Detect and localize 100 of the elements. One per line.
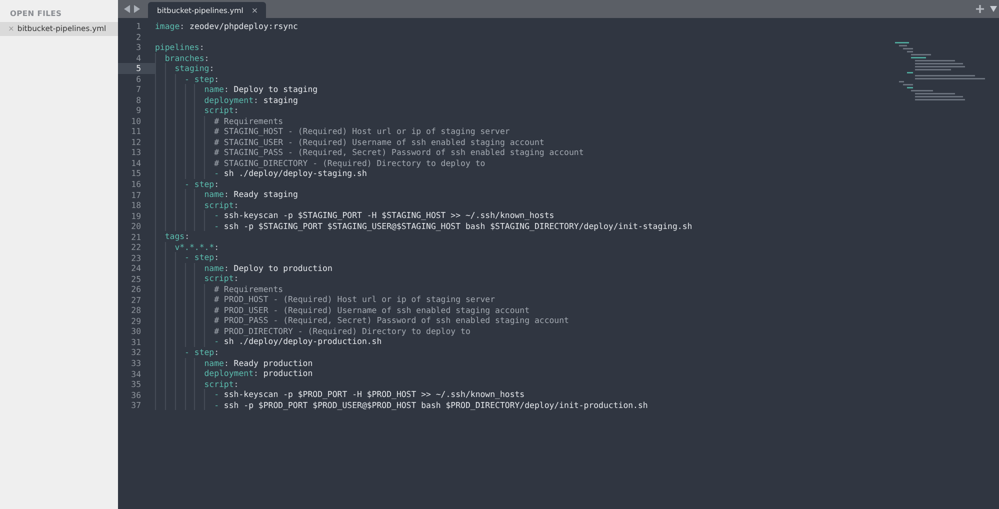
colon: : <box>254 368 260 379</box>
line-number: 20 <box>130 221 142 232</box>
line-number: 8 <box>135 94 142 106</box>
yaml-value: Ready staging <box>234 189 298 200</box>
yaml-key: name <box>204 189 224 200</box>
line-number: 25 <box>130 274 142 284</box>
code-comment: # PROD_PASS - (Required, Secret) Password of ssh enabled staging account <box>214 315 569 326</box>
yaml-key: step <box>194 252 214 263</box>
line-number: 7 <box>135 84 142 95</box>
line-number: 6 <box>135 74 142 84</box>
yaml-key: name <box>204 84 224 95</box>
colon: : <box>184 231 190 242</box>
code-comment: # PROD_HOST - (Required) Host url or ip of staging server <box>214 294 496 305</box>
list-dash: - <box>214 400 220 410</box>
colon: : <box>224 262 230 274</box>
line-number: 5 <box>118 63 155 74</box>
yaml-key: tags <box>164 231 185 242</box>
yaml-value: ssh -p $PROD_PORT $PROD_USER@$PROD_HOST bash $PROD_DIRECTORY/deploy/init-production.sh <box>224 400 648 410</box>
yaml-value: ssh-keyscan -p $PROD_PORT -H $PROD_HOST >> ~/.ssh/known_hosts <box>224 389 525 400</box>
yaml-key: script <box>204 378 234 390</box>
code-comment: # STAGING_PASS - (Required, Secret) Password of ssh enabled staging account <box>214 147 584 158</box>
yaml-value: sh ./deploy/deploy-staging.sh <box>224 168 367 179</box>
line-number: 35 <box>130 379 142 390</box>
line-number: 30 <box>130 326 142 337</box>
yaml-value: staging <box>263 94 298 106</box>
right-arrow-icon[interactable] <box>134 5 140 13</box>
colon: : <box>224 84 230 95</box>
line-number: 28 <box>130 305 142 316</box>
plus-icon[interactable] <box>976 5 984 13</box>
line-number: 32 <box>130 347 142 358</box>
list-dash: - <box>184 252 190 263</box>
list-dash: - <box>184 74 190 84</box>
colon: : <box>214 252 220 263</box>
yaml-value: production <box>263 368 313 379</box>
yaml-key: script <box>204 200 234 210</box>
line-number: 22 <box>130 242 142 253</box>
code-comment: # Requirements <box>214 284 284 294</box>
line-number: 27 <box>130 294 142 306</box>
list-dash: - <box>214 336 220 347</box>
line-number: 15 <box>130 168 142 179</box>
list-dash: - <box>214 389 220 400</box>
yaml-value: Ready production <box>234 358 313 368</box>
line-number: 19 <box>130 210 142 222</box>
colon: : <box>180 21 186 32</box>
yaml-key: script <box>204 105 234 116</box>
code-comment: # STAGING_USER - (Required) Username of ssh enabled staging account <box>214 136 544 148</box>
dropdown-icon[interactable] <box>990 6 997 12</box>
colon: : <box>224 358 230 368</box>
code-comment: # STAGING_HOST - (Required) Host url or ip of staging server <box>214 126 510 137</box>
colon: : <box>224 189 230 200</box>
code-comment: # PROD_USER - (Required) Username of ssh enabled staging account <box>214 304 530 316</box>
code-comment: # Requirements <box>214 116 284 126</box>
colon: : <box>254 94 260 106</box>
line-number: 21 <box>130 232 142 242</box>
line-number: 3 <box>135 42 142 53</box>
code-comment: # PROD_DIRECTORY - (Required) Directory to deploy to <box>214 326 470 336</box>
line-number: 37 <box>130 400 142 411</box>
line-number: 2 <box>135 32 142 42</box>
colon: : <box>214 242 220 252</box>
line-number: 12 <box>130 136 142 148</box>
line-number: 11 <box>130 126 142 137</box>
colon: : <box>214 178 220 190</box>
yaml-value: ssh-keyscan -p $STAGING_PORT -H $STAGING_HOST >> ~/.ssh/known_hosts <box>224 210 554 221</box>
list-dash: - <box>214 210 220 221</box>
yaml-key: staging <box>174 63 210 74</box>
line-number: 34 <box>130 368 142 380</box>
list-dash: - <box>184 346 190 358</box>
yaml-key: image <box>155 21 180 32</box>
code-comment: # STAGING_DIRECTORY - (Required) Directory to deploy to <box>214 158 486 168</box>
yaml-key: script <box>204 273 234 284</box>
line-number: 4 <box>135 52 142 64</box>
yaml-key: step <box>194 346 214 358</box>
yaml-value: sh ./deploy/deploy-production.sh <box>224 336 382 347</box>
colon: : <box>234 378 239 390</box>
line-number: 10 <box>130 116 142 126</box>
yaml-key: v*.*.*.* <box>174 242 214 252</box>
yaml-value: Deploy to staging <box>234 84 318 95</box>
close-icon[interactable]: × <box>251 6 258 14</box>
list-dash: - <box>214 168 220 179</box>
line-number: 9 <box>135 105 142 116</box>
line-number: 1 <box>135 21 142 32</box>
line-number: 14 <box>130 158 142 168</box>
list-dash: - <box>184 178 190 190</box>
line-number: 29 <box>130 316 142 326</box>
yaml-key: branches <box>164 52 204 64</box>
list-dash: - <box>214 220 220 232</box>
line-number: 16 <box>130 178 142 190</box>
yaml-key: name <box>204 262 224 274</box>
colon: : <box>214 74 220 84</box>
line-number: 17 <box>130 190 142 200</box>
yaml-key: step <box>194 74 214 84</box>
yaml-value: zeodev/phpdeploy:rsync <box>190 21 298 32</box>
colon: : <box>204 52 210 64</box>
line-number: 26 <box>130 284 142 295</box>
yaml-key: name <box>204 358 224 368</box>
colon: : <box>234 200 239 210</box>
yaml-key: step <box>194 178 214 190</box>
colon: : <box>234 273 239 284</box>
line-number: 13 <box>130 147 142 158</box>
left-arrow-icon[interactable] <box>124 5 130 13</box>
